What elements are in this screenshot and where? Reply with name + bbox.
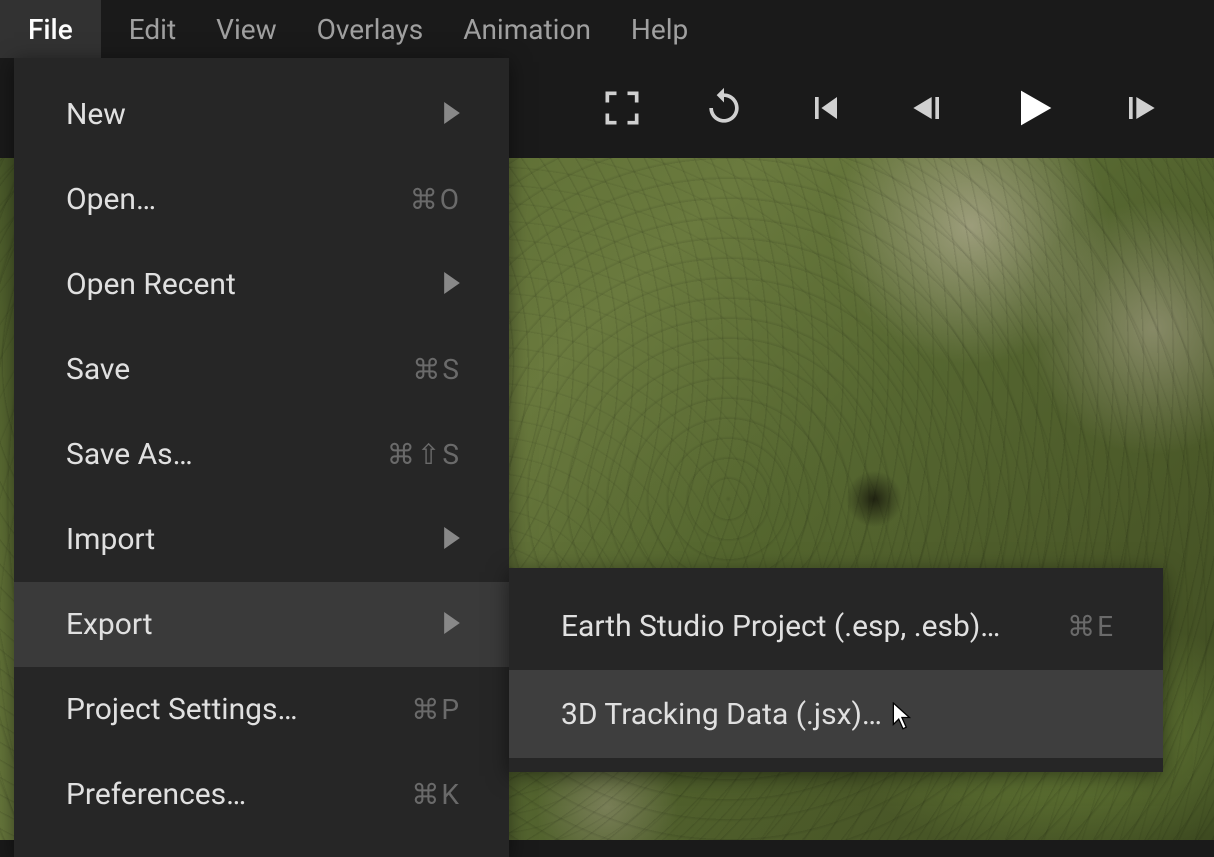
menubar-item-overlays[interactable]: Overlays <box>317 0 464 58</box>
menu-item-label: New <box>66 97 435 132</box>
menu-item-shortcut: ⌘S <box>412 353 461 386</box>
menu-item-label: Save As… <box>66 437 387 472</box>
menu-item-shortcut: ⌘⇧S <box>387 438 461 471</box>
file-dropdown-menu: New Open… ⌘O Open Recent Save ⌘S Save As… <box>14 58 509 857</box>
submenu-item-earth-studio-project[interactable]: Earth Studio Project (.esp, .esb)… ⌘E <box>509 582 1163 670</box>
menu-item-export[interactable]: Export <box>14 582 509 667</box>
export-submenu: Earth Studio Project (.esp, .esb)… ⌘E 3D… <box>509 568 1163 772</box>
menu-item-shortcut: ⌘O <box>410 183 461 216</box>
menu-item-open-recent[interactable]: Open Recent <box>14 242 509 327</box>
submenu-item-label: 3D Tracking Data (.jsx)… <box>561 697 882 732</box>
submenu-arrow-icon <box>443 522 461 557</box>
menu-item-import[interactable]: Import <box>14 497 509 582</box>
menubar: File Edit View Overlays Animation Help <box>0 0 1214 58</box>
menu-item-shortcut: ⌘K <box>411 778 461 811</box>
menubar-item-view[interactable]: View <box>216 0 317 58</box>
play-icon[interactable] <box>1008 82 1060 134</box>
menu-item-label: Preferences… <box>66 777 411 812</box>
menubar-item-help[interactable]: Help <box>631 0 728 58</box>
menu-item-preferences[interactable]: Preferences… ⌘K <box>14 752 509 837</box>
menu-item-label: Open… <box>66 182 410 217</box>
skip-to-start-icon[interactable] <box>804 86 848 130</box>
menu-item-label: Export <box>66 607 435 642</box>
submenu-arrow-icon <box>443 97 461 132</box>
submenu-item-shortcut: ⌘E <box>1067 610 1115 643</box>
menu-item-shortcut: ⌘P <box>411 693 461 726</box>
submenu-arrow-icon <box>443 607 461 642</box>
submenu-item-label: Earth Studio Project (.esp, .esb)… <box>561 609 1000 644</box>
submenu-arrow-icon <box>443 267 461 302</box>
menu-item-label: Project Settings… <box>66 692 411 727</box>
step-back-icon[interactable] <box>906 86 950 130</box>
menubar-item-edit[interactable]: Edit <box>129 0 216 58</box>
menu-item-project-settings[interactable]: Project Settings… ⌘P <box>14 667 509 752</box>
menubar-item-animation[interactable]: Animation <box>463 0 631 58</box>
menu-item-save-as[interactable]: Save As… ⌘⇧S <box>14 412 509 497</box>
menu-item-open[interactable]: Open… ⌘O <box>14 157 509 242</box>
submenu-item-3d-tracking-data[interactable]: 3D Tracking Data (.jsx)… <box>509 670 1163 758</box>
menubar-item-file[interactable]: File <box>0 0 101 58</box>
loop-icon[interactable] <box>702 86 746 130</box>
menu-item-label: Save <box>66 352 412 387</box>
menu-item-label: Open Recent <box>66 267 435 302</box>
menu-item-save[interactable]: Save ⌘S <box>14 327 509 412</box>
step-forward-icon[interactable] <box>1118 86 1162 130</box>
menu-item-new[interactable]: New <box>14 72 509 157</box>
menu-item-label: Import <box>66 522 435 557</box>
fullscreen-icon[interactable] <box>600 86 644 130</box>
